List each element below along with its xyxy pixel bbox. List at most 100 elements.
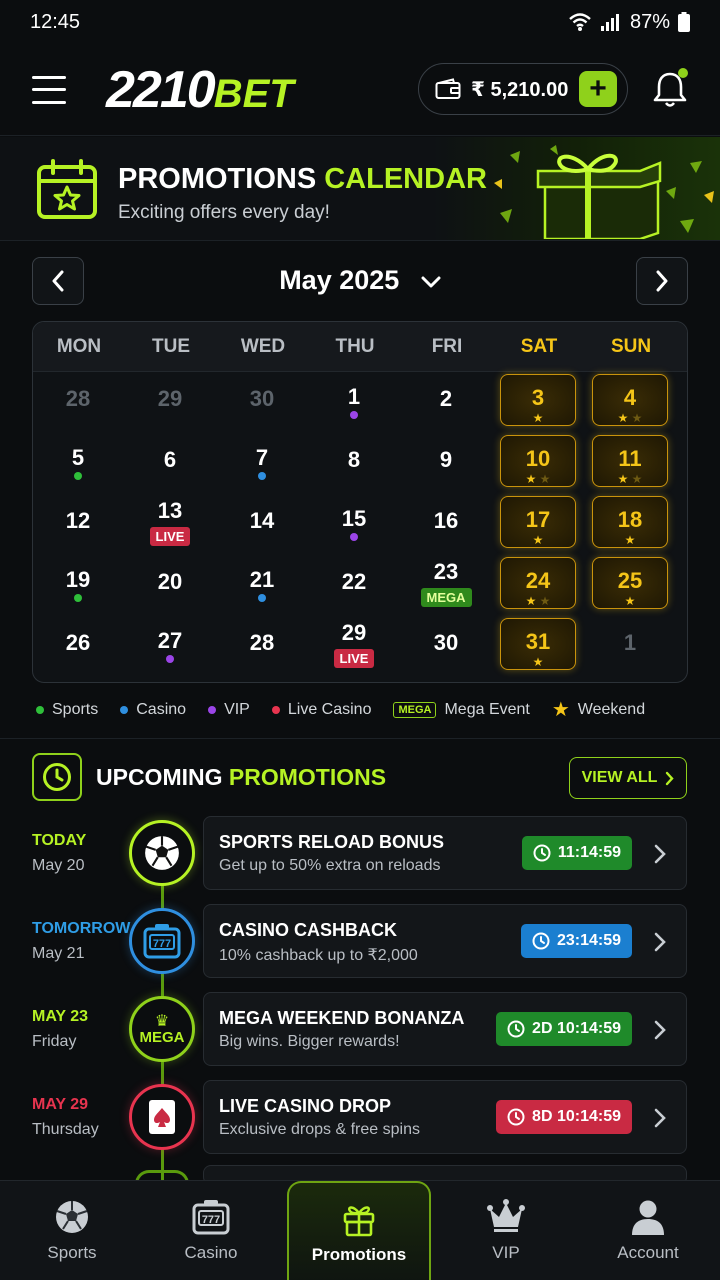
calendar-day[interactable]: 3 ★: [500, 374, 576, 426]
calendar-day[interactable]: 23 MEGA: [408, 557, 484, 609]
calendar-day[interactable]: 1: [316, 374, 392, 426]
month-navigation: May 2025: [32, 257, 688, 305]
live-badge: LIVE: [149, 527, 191, 546]
weekend-stars: ★: [532, 533, 544, 547]
battery-percent: 87%: [629, 10, 670, 33]
svg-text:777: 777: [153, 938, 171, 950]
calendar-day[interactable]: 30: [408, 618, 484, 670]
day-number: 3: [531, 385, 545, 410]
calendar-day[interactable]: 6: [132, 435, 208, 487]
view-all-button[interactable]: VIEW ALL: [569, 757, 687, 799]
weekday-header: MON TUE WED THU FRI SAT SUN: [33, 322, 687, 372]
weekday-sat: SAT: [520, 336, 558, 357]
month-selector[interactable]: May 2025: [32, 265, 688, 296]
calendar-day[interactable]: 26: [40, 618, 116, 670]
promotion-card[interactable]: CASINO CASHBACK 10% cashback up to ₹2,000…: [203, 904, 687, 978]
app-header: 2210BET ₹ 5,210.00 +: [0, 44, 720, 136]
day-number: 1: [347, 384, 361, 409]
wallet-balance[interactable]: ₹ 5,210.00 +: [418, 63, 628, 115]
status-icons: 87%: [568, 11, 690, 34]
chevron-right-icon: [654, 844, 666, 864]
calendar-day[interactable]: 13 LIVE: [132, 496, 208, 548]
next-month-button[interactable]: [636, 257, 688, 305]
card-icon: [147, 1098, 177, 1136]
calendar-day: 30: [224, 374, 300, 426]
calendar-day[interactable]: 15: [316, 496, 392, 548]
day-number: 9: [439, 447, 453, 472]
calendar-day: 28: [40, 374, 116, 426]
wifi-icon: [569, 13, 591, 31]
nav-vip[interactable]: VIP: [434, 1181, 578, 1280]
promotion-icon: ♛ MEGA: [129, 996, 195, 1062]
countdown-timer: 11:14:59: [521, 836, 632, 870]
weekend-stars: ★ ★: [617, 411, 643, 425]
calendar-day[interactable]: 21: [224, 557, 300, 609]
calendar-day[interactable]: 2: [408, 374, 484, 426]
promotion-row: TOMORROW May 21 777 CASINO CASHBACK 10% cash…: [0, 904, 720, 980]
day-number: 12: [65, 508, 91, 533]
calendar-day[interactable]: 5: [40, 435, 116, 487]
promotion-title: CASINO CASHBACK: [219, 920, 398, 940]
calendar-day[interactable]: 7: [224, 435, 300, 487]
calendar-day[interactable]: 28: [224, 618, 300, 670]
promotion-date: May 21: [32, 945, 85, 962]
calendar-day[interactable]: 10 ★ ★: [500, 435, 576, 487]
upcoming-title: UPCOMING PROMOTIONS: [96, 764, 387, 790]
brand-logo[interactable]: 2210BET: [106, 64, 294, 116]
calendar-day[interactable]: 29 LIVE: [316, 618, 392, 670]
event-dot-sports: [40, 594, 116, 602]
nav-promotions[interactable]: Promotions: [287, 1181, 431, 1280]
calendar-day[interactable]: 8: [316, 435, 392, 487]
banner-subtitle: Exciting offers every day!: [118, 202, 330, 223]
calendar-day[interactable]: 9: [408, 435, 484, 487]
weekday-fri: FRI: [431, 336, 463, 357]
event-dot-vip: [132, 655, 208, 663]
day-number: 28: [249, 630, 275, 655]
calendar-day[interactable]: 27: [132, 618, 208, 670]
calendar-grid: MON TUE WED THU FRI SAT SUN 28 29 30 1 2 3 ★ 4 ★ ★ 5 6 7…: [32, 321, 688, 683]
clock-icon: [507, 1108, 525, 1126]
calendar-star-icon: [37, 159, 97, 219]
calendar-day[interactable]: 11 ★ ★: [592, 435, 668, 487]
calendar-day[interactable]: 19: [40, 557, 116, 609]
calendar-day[interactable]: 20: [132, 557, 208, 609]
promotion-title: SPORTS RELOAD BONUS: [219, 832, 445, 852]
event-dot-vip: [316, 533, 392, 541]
deposit-button[interactable]: +: [579, 71, 617, 107]
clock-icon: [532, 932, 550, 950]
calendar-day: 29: [132, 374, 208, 426]
calendar-day[interactable]: 16: [408, 496, 484, 548]
mega-icon: ♛ MEGA: [139, 1012, 185, 1046]
calendar-day[interactable]: 22: [316, 557, 392, 609]
promotion-title: MEGA WEEKEND BONANZA: [219, 1008, 465, 1028]
promotion-icon: [129, 1084, 195, 1150]
legend-sports: Sports: [36, 701, 98, 719]
calendar-day[interactable]: 31 ★: [500, 618, 576, 670]
calendar-day[interactable]: 17 ★: [500, 496, 576, 548]
promotions-banner: PROMOTIONS CALENDAR Exciting offers ever…: [0, 137, 720, 241]
day-number: 20: [157, 569, 183, 594]
calendar-day[interactable]: 25 ★: [592, 557, 668, 609]
promotion-card[interactable]: SPORTS RELOAD BONUS Get up to 50% extra o…: [203, 816, 687, 890]
calendar-day[interactable]: 18 ★: [592, 496, 668, 548]
calendar-day[interactable]: 24 ★ ★: [500, 557, 576, 609]
signal-icon: [600, 14, 619, 31]
nav-sports[interactable]: Sports: [0, 1181, 144, 1280]
calendar-day[interactable]: 12: [40, 496, 116, 548]
calendar-day[interactable]: 14: [224, 496, 300, 548]
calendar-day[interactable]: 4 ★ ★: [592, 374, 668, 426]
menu-icon[interactable]: [32, 75, 66, 104]
promotion-card[interactable]: LIVE CASINO DROP Exclusive drops & free s…: [203, 1080, 687, 1154]
chevron-right-icon: [654, 1108, 666, 1128]
event-dot-sports: [40, 472, 116, 480]
notifications-button[interactable]: [652, 68, 690, 110]
promotion-card[interactable]: MEGA WEEKEND BONANZA Big wins. Bigger rew…: [203, 992, 687, 1066]
user-icon: [632, 1200, 664, 1235]
nav-account[interactable]: Account: [576, 1181, 720, 1280]
nav-casino[interactable]: 777 Casino: [139, 1181, 283, 1280]
promotion-date-label: MAY 29: [32, 1096, 89, 1113]
promotion-date: Thursday: [32, 1121, 99, 1138]
clock-icon: [507, 1020, 525, 1038]
notification-dot: [678, 68, 688, 78]
banner-title: PROMOTIONS CALENDAR: [118, 163, 487, 195]
